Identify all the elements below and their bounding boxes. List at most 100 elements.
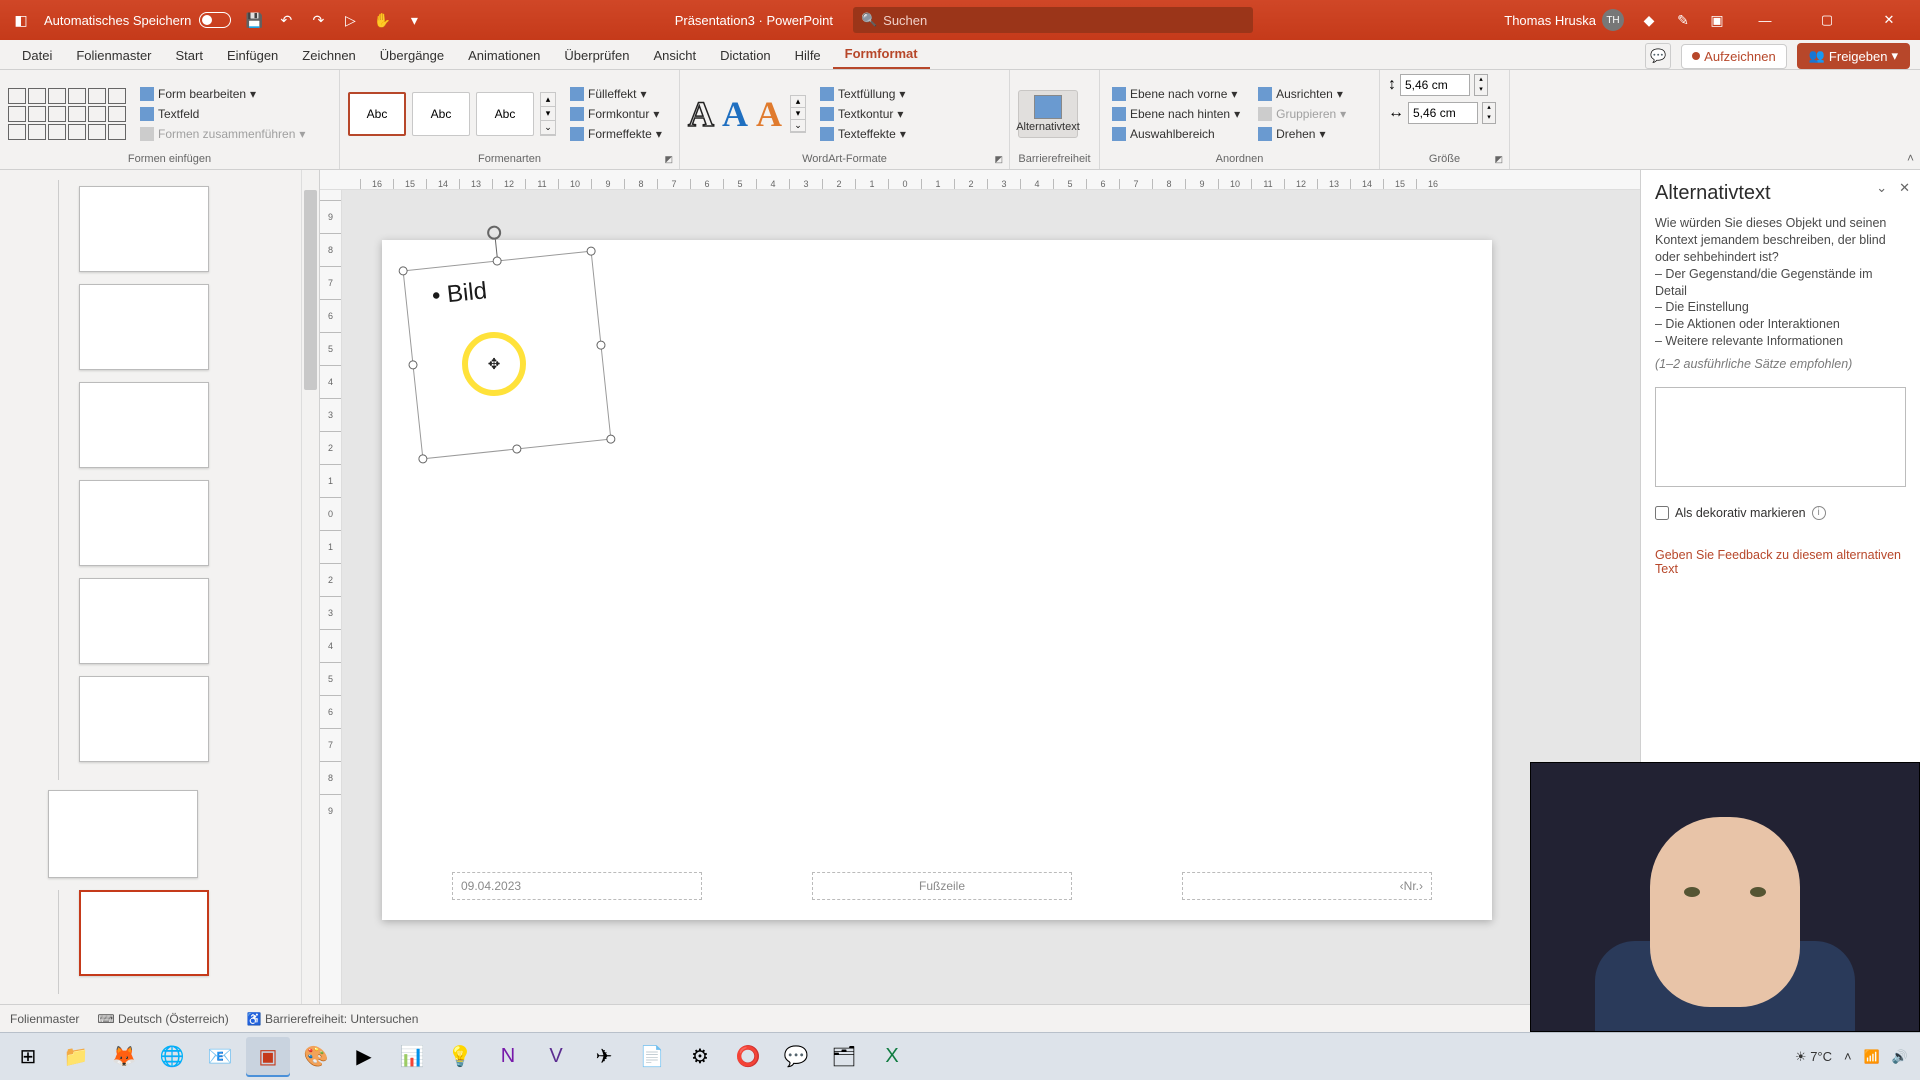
resize-handle[interactable]: [512, 444, 522, 454]
shapes-gallery[interactable]: [8, 88, 126, 140]
excel-icon[interactable]: X: [870, 1037, 914, 1077]
wordart-style[interactable]: A: [722, 93, 748, 135]
tab-einfuegen[interactable]: Einfügen: [215, 42, 290, 69]
system-tray[interactable]: ☀ 7°C ˄ 📶 🔊: [1795, 1049, 1914, 1065]
wordart-gallery[interactable]: A A A ▴▾⌄: [688, 93, 806, 135]
alt-text-button[interactable]: Alternativtext: [1018, 90, 1078, 138]
pagenum-placeholder[interactable]: ‹Nr.›: [1182, 872, 1432, 900]
weather-widget[interactable]: ☀ 7°C: [1795, 1049, 1832, 1065]
width-input[interactable]: 5,46 cm: [1408, 102, 1478, 124]
tray-volume-icon[interactable]: 🔊: [1892, 1049, 1908, 1065]
app-icon[interactable]: 💬: [774, 1037, 818, 1077]
feedback-link[interactable]: Geben Sie Feedback zu diesem alternative…: [1655, 548, 1906, 576]
tab-datei[interactable]: Datei: [10, 42, 64, 69]
powerpoint-icon[interactable]: ▣: [246, 1037, 290, 1077]
app-icon[interactable]: 📄: [630, 1037, 674, 1077]
status-lang[interactable]: ⌨ Deutsch (Österreich): [97, 1012, 228, 1026]
shape-effects-button[interactable]: Formeffekte ▾: [566, 125, 666, 143]
master-thumbnail[interactable]: [48, 790, 198, 878]
text-effects-button[interactable]: Texteffekte ▾: [816, 125, 910, 143]
visualstudio-icon[interactable]: V: [534, 1037, 578, 1077]
send-backward-button[interactable]: Ebene nach hinten ▾: [1108, 105, 1244, 123]
bring-forward-button[interactable]: Ebene nach vorne ▾: [1108, 85, 1244, 103]
shape-styles-gallery[interactable]: Abc Abc Abc ▴▾⌄: [348, 92, 556, 136]
close-button[interactable]: ✕: [1866, 0, 1912, 40]
resize-handle[interactable]: [492, 256, 502, 266]
checkbox[interactable]: [1655, 506, 1669, 520]
app-icon[interactable]: 🗂: [822, 1037, 866, 1077]
height-input[interactable]: 5,46 cm: [1400, 74, 1470, 96]
app-icon[interactable]: 🎨: [294, 1037, 338, 1077]
vlc-icon[interactable]: ▶: [342, 1037, 386, 1077]
tab-formformat[interactable]: Formformat: [833, 40, 930, 69]
textbox-button[interactable]: Textfeld: [136, 105, 309, 123]
date-placeholder[interactable]: 09.04.2023: [452, 872, 702, 900]
selection-pane-button[interactable]: Auswahlbereich: [1108, 125, 1244, 143]
footer-placeholder[interactable]: Fußzeile: [812, 872, 1072, 900]
tab-ueberpruefen[interactable]: Überprüfen: [552, 42, 641, 69]
style-item[interactable]: Abc: [412, 92, 470, 136]
height-field[interactable]: ↕ 5,46 cm ▴▾: [1388, 74, 1488, 96]
spinner[interactable]: ▴▾: [1474, 74, 1488, 96]
tab-hilfe[interactable]: Hilfe: [783, 42, 833, 69]
tab-ansicht[interactable]: Ansicht: [641, 42, 708, 69]
pen-icon[interactable]: ✎: [1674, 11, 1692, 29]
telegram-icon[interactable]: ✈: [582, 1037, 626, 1077]
record-button[interactable]: Aufzeichnen: [1681, 44, 1787, 69]
autosave-toggle[interactable]: Automatisches Speichern: [44, 12, 231, 28]
close-pane-button[interactable]: ✕: [1899, 180, 1910, 196]
gallery-scroll[interactable]: ▴▾⌄: [790, 95, 806, 133]
tab-dictation[interactable]: Dictation: [708, 42, 783, 69]
text-fill-button[interactable]: Textfüllung ▾: [816, 85, 910, 103]
wordart-style[interactable]: A: [688, 93, 714, 135]
style-item[interactable]: Abc: [348, 92, 406, 136]
onenote-icon[interactable]: N: [486, 1037, 530, 1077]
resize-handle[interactable]: [596, 340, 606, 350]
status-view[interactable]: Folienmaster: [10, 1012, 79, 1026]
diamond-icon[interactable]: ◆: [1640, 11, 1658, 29]
comments-button[interactable]: 💬: [1645, 43, 1671, 69]
layout-thumbnail[interactable]: [79, 186, 209, 272]
app-icon[interactable]: ⚙: [678, 1037, 722, 1077]
toggle-switch-icon[interactable]: [199, 12, 231, 28]
from-beginning-icon[interactable]: ▷: [341, 11, 359, 29]
shape-outline-button[interactable]: Formkontur ▾: [566, 105, 666, 123]
decorative-checkbox[interactable]: Als dekorativ markieren i: [1655, 506, 1906, 520]
slide-canvas[interactable]: Bild ✥ 09.04.2023: [342, 190, 1640, 1004]
tab-uebergaenge[interactable]: Übergänge: [368, 42, 456, 69]
rotate-button[interactable]: Drehen ▾: [1254, 125, 1350, 143]
account-button[interactable]: Thomas Hruska TH: [1504, 9, 1624, 31]
app-icon[interactable]: ⭕: [726, 1037, 770, 1077]
style-item[interactable]: Abc: [476, 92, 534, 136]
qat-more-icon[interactable]: ▾: [405, 11, 423, 29]
minimize-button[interactable]: —: [1742, 0, 1788, 40]
scrollbar-vertical[interactable]: [301, 170, 319, 1004]
wordart-style[interactable]: A: [756, 93, 782, 135]
dialog-launcher-icon[interactable]: ◩: [994, 154, 1003, 165]
redo-icon[interactable]: ↷: [309, 11, 327, 29]
chrome-icon[interactable]: 🌐: [150, 1037, 194, 1077]
resize-handle[interactable]: [606, 434, 616, 444]
shape-fill-button[interactable]: Fülleffekt ▾: [566, 85, 666, 103]
touch-mode-icon[interactable]: ✋: [373, 11, 391, 29]
tray-chevron-icon[interactable]: ˄: [1844, 1049, 1852, 1064]
dialog-launcher-icon[interactable]: ◩: [664, 154, 673, 165]
search-box[interactable]: 🔍 Suchen: [853, 7, 1253, 33]
tab-start[interactable]: Start: [164, 42, 215, 69]
dialog-launcher-icon[interactable]: ◩: [1494, 154, 1503, 165]
outlook-icon[interactable]: 📧: [198, 1037, 242, 1077]
collapse-ribbon-button[interactable]: ˄: [1907, 151, 1914, 165]
align-button[interactable]: Ausrichten ▾: [1254, 85, 1350, 103]
firefox-icon[interactable]: 🦊: [102, 1037, 146, 1077]
resize-handle[interactable]: [398, 266, 408, 276]
start-button[interactable]: ⊞: [6, 1037, 50, 1077]
rotate-handle[interactable]: [486, 225, 501, 240]
maximize-button[interactable]: ▢: [1804, 0, 1850, 40]
share-button[interactable]: 👥 Freigeben ▾: [1797, 43, 1910, 69]
status-a11y[interactable]: ♿ Barrierefreiheit: Untersuchen: [247, 1012, 419, 1026]
layout-thumbnail[interactable]: [79, 382, 209, 468]
layout-thumbnail[interactable]: [79, 480, 209, 566]
layout-thumbnail[interactable]: [79, 284, 209, 370]
width-field[interactable]: ↔ 5,46 cm ▴▾: [1388, 102, 1496, 124]
app-icon[interactable]: 💡: [438, 1037, 482, 1077]
